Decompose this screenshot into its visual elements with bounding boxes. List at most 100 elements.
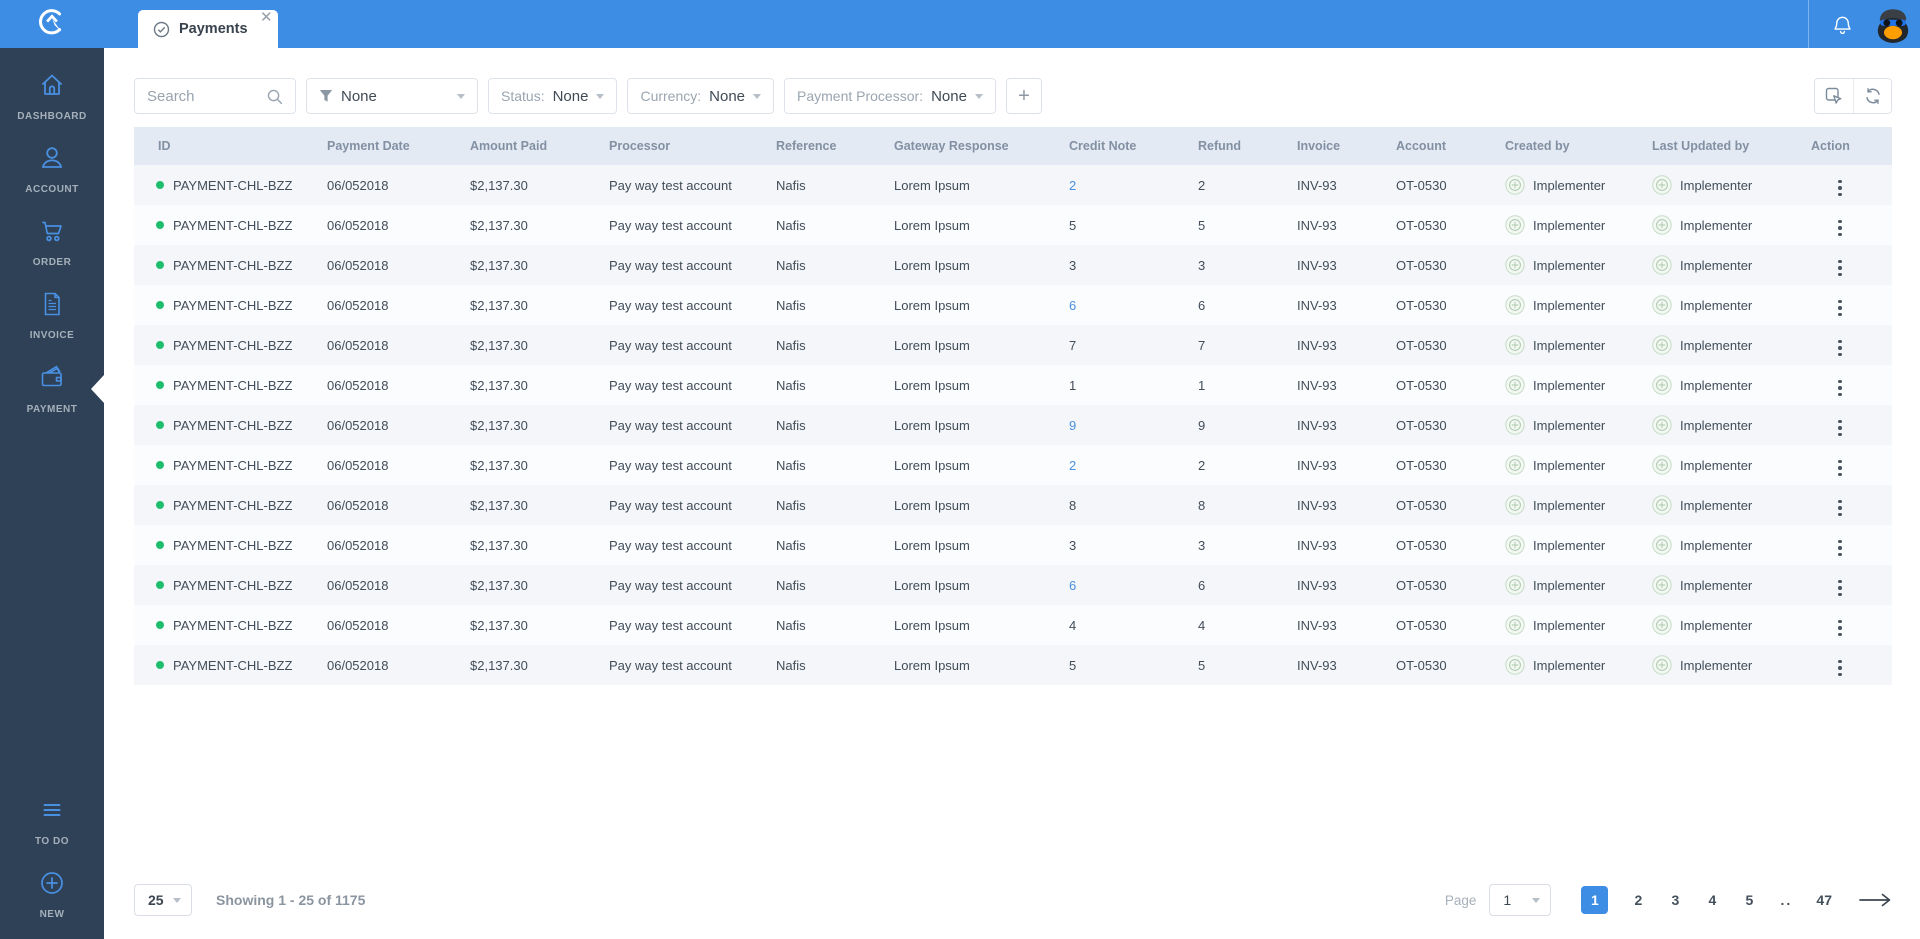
kebab-menu-icon[interactable] — [1835, 417, 1845, 440]
implementer-avatar-icon — [1505, 175, 1525, 195]
last-updated-by-name: Implementer — [1680, 417, 1753, 433]
column-header-id[interactable]: ID — [134, 139, 317, 153]
kebab-menu-icon[interactable] — [1835, 297, 1845, 320]
penguin-avatar[interactable] — [1874, 5, 1912, 43]
cell-action — [1801, 171, 1892, 199]
page-button-5[interactable]: 5 — [1742, 892, 1756, 908]
kebab-menu-icon[interactable] — [1835, 537, 1845, 560]
cell-processor: Pay way test account — [609, 297, 732, 313]
sidebar-item-new[interactable]: NEW — [0, 858, 104, 931]
page-size-select[interactable]: 25 — [134, 884, 192, 916]
kebab-menu-icon[interactable] — [1835, 457, 1845, 480]
search-input[interactable]: Search — [134, 78, 296, 114]
cell-account: OT-0530 — [1396, 657, 1447, 673]
add-filter-button[interactable]: + — [1005, 78, 1042, 114]
plus-circle-icon — [38, 869, 66, 902]
page-button-4[interactable]: 4 — [1705, 892, 1719, 908]
page-ellipsis: .. — [1780, 892, 1793, 908]
table-row[interactable]: PAYMENT-CHL-BZZ 06/052018 $2,137.30 Pay … — [134, 325, 1892, 365]
payment-processor-filter-dropdown[interactable]: Payment Processor: None — [784, 78, 996, 114]
table-row[interactable]: PAYMENT-CHL-BZZ 06/052018 $2,137.30 Pay … — [134, 445, 1892, 485]
kebab-menu-icon[interactable] — [1835, 377, 1845, 400]
sidebar-label: TO DO — [35, 836, 69, 847]
cell-credit-note[interactable]: 2 — [1059, 458, 1188, 473]
app-logo[interactable] — [0, 0, 104, 48]
table-row[interactable]: PAYMENT-CHL-BZZ 06/052018 $2,137.30 Pay … — [134, 205, 1892, 245]
kebab-menu-icon[interactable] — [1835, 257, 1845, 280]
column-header-action[interactable]: Action — [1801, 139, 1892, 153]
column-header-reference[interactable]: Reference — [766, 139, 884, 153]
table-row[interactable]: PAYMENT-CHL-BZZ 06/052018 $2,137.30 Pay … — [134, 165, 1892, 205]
cell-reference: Nafis — [776, 377, 806, 393]
next-page-button[interactable] — [1858, 892, 1892, 908]
table-row[interactable]: PAYMENT-CHL-BZZ 06/052018 $2,137.30 Pay … — [134, 525, 1892, 565]
cell-payment-date: 06/052018 — [327, 457, 389, 473]
cell-credit-note[interactable]: 6 — [1059, 578, 1188, 593]
column-header-gateway-response[interactable]: Gateway Response — [884, 139, 1059, 153]
cell-invoice: INV-93 — [1297, 497, 1337, 513]
column-header-invoice[interactable]: Invoice — [1287, 139, 1386, 153]
table-row[interactable]: PAYMENT-CHL-BZZ 06/052018 $2,137.30 Pay … — [134, 485, 1892, 525]
column-header-account[interactable]: Account — [1386, 139, 1495, 153]
sidebar-item-todo[interactable]: TO DO — [0, 785, 104, 858]
cell-credit-note[interactable]: 6 — [1059, 298, 1188, 313]
created-by-name: Implementer — [1533, 177, 1606, 193]
column-header-refund[interactable]: Refund — [1188, 139, 1287, 153]
select-rows-button[interactable] — [1815, 79, 1853, 113]
kebab-menu-icon[interactable] — [1835, 617, 1845, 640]
table-row[interactable]: PAYMENT-CHL-BZZ 06/052018 $2,137.30 Pay … — [134, 365, 1892, 405]
column-header-amount-paid[interactable]: Amount Paid — [460, 139, 599, 153]
cell-refund: 3 — [1198, 257, 1206, 273]
cell-processor: Pay way test account — [609, 257, 732, 273]
page-button-2[interactable]: 2 — [1631, 892, 1645, 908]
table-row[interactable]: PAYMENT-CHL-BZZ 06/052018 $2,137.30 Pay … — [134, 245, 1892, 285]
sidebar-item-payment[interactable]: PAYMENT — [0, 352, 104, 425]
kebab-menu-icon[interactable] — [1835, 217, 1845, 240]
sidebar-item-order[interactable]: ORDER — [0, 206, 104, 279]
sidebar-item-account[interactable]: ACCOUNT — [0, 133, 104, 206]
column-header-credit-note[interactable]: Credit Note — [1059, 139, 1188, 153]
saved-filter-dropdown[interactable]: None — [306, 78, 478, 114]
status-dot-icon — [156, 621, 164, 629]
kebab-menu-icon[interactable] — [1835, 497, 1845, 520]
kebab-menu-icon[interactable] — [1835, 577, 1845, 600]
cell-last-updated-by: Implementer — [1642, 295, 1801, 315]
select-cursor-icon — [1824, 86, 1844, 106]
sidebar-item-dashboard[interactable]: DASHBOARD — [0, 60, 104, 133]
implementer-avatar-icon — [1505, 415, 1525, 435]
kebab-menu-icon[interactable] — [1835, 657, 1845, 680]
column-header-created-by[interactable]: Created by — [1495, 139, 1642, 153]
page-button-3[interactable]: 3 — [1668, 892, 1682, 908]
top-bar: Payments ✕ — [0, 0, 1920, 48]
refresh-button[interactable] — [1853, 79, 1891, 113]
page-jump-select[interactable]: 1 — [1489, 884, 1552, 916]
table-row[interactable]: PAYMENT-CHL-BZZ 06/052018 $2,137.30 Pay … — [134, 405, 1892, 445]
cell-reference: Nafis — [776, 457, 806, 473]
cell-account: OT-0530 — [1396, 217, 1447, 233]
kebab-menu-icon[interactable] — [1835, 337, 1845, 360]
cell-credit-note[interactable]: 2 — [1059, 178, 1188, 193]
bell-icon[interactable] — [1831, 13, 1854, 36]
kebab-menu-icon[interactable] — [1835, 177, 1845, 200]
pagination: Page 1 1 2 3 4 5.. 47 — [1445, 884, 1892, 916]
status-filter-dropdown[interactable]: Status: None — [488, 78, 618, 114]
tab-payments[interactable]: Payments ✕ — [138, 10, 278, 48]
table-row[interactable]: PAYMENT-CHL-BZZ 06/052018 $2,137.30 Pay … — [134, 565, 1892, 605]
implementer-avatar-icon — [1505, 615, 1525, 635]
cell-reference: Nafis — [776, 337, 806, 353]
currency-filter-dropdown[interactable]: Currency: None — [627, 78, 774, 114]
table-row[interactable]: PAYMENT-CHL-BZZ 06/052018 $2,137.30 Pay … — [134, 285, 1892, 325]
implementer-avatar-icon — [1652, 375, 1672, 395]
table-row[interactable]: PAYMENT-CHL-BZZ 06/052018 $2,137.30 Pay … — [134, 645, 1892, 685]
column-header-processor[interactable]: Processor — [599, 139, 766, 153]
sidebar-item-invoice[interactable]: INVOICE — [0, 279, 104, 352]
page-button-1[interactable]: 1 — [1581, 886, 1609, 914]
close-icon[interactable]: ✕ — [260, 10, 273, 25]
cell-action — [1801, 211, 1892, 239]
page-button-47[interactable]: 47 — [1816, 892, 1832, 908]
column-header-payment-date[interactable]: Payment Date — [317, 139, 460, 153]
status-filter-label: Status: — [501, 88, 545, 104]
column-header-last-updated-by[interactable]: Last Updated by — [1642, 139, 1801, 153]
table-row[interactable]: PAYMENT-CHL-BZZ 06/052018 $2,137.30 Pay … — [134, 605, 1892, 645]
cell-credit-note[interactable]: 9 — [1059, 418, 1188, 433]
